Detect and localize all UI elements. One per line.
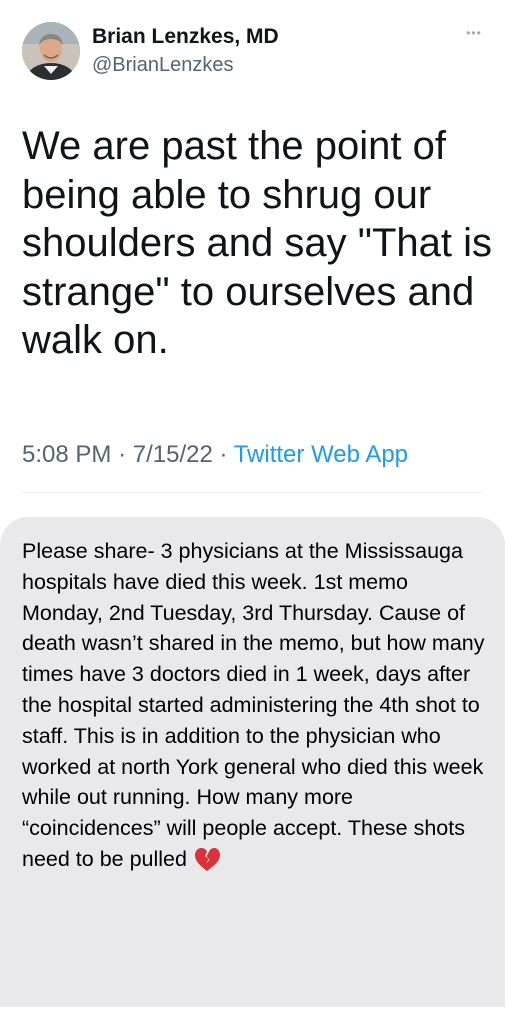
more-horizontal-icon[interactable]: ••• bbox=[462, 26, 486, 40]
tweet-time[interactable]: 5:08 PM bbox=[22, 441, 111, 468]
author-handle[interactable]: @BrianLenzkes bbox=[92, 52, 279, 78]
avatar[interactable] bbox=[22, 22, 80, 80]
broken-heart-icon bbox=[193, 846, 221, 872]
tweet-meta: 5:08 PM · 7/15/22 · Twitter Web App bbox=[22, 440, 408, 470]
tweet-source-link[interactable]: Twitter Web App bbox=[234, 441, 408, 468]
author-block: Brian Lenzkes, MD @BrianLenzkes bbox=[92, 24, 279, 78]
message-bubble-text: Please share- 3 physicians at the Missis… bbox=[22, 536, 492, 875]
message-text: Please share- 3 physicians at the Missis… bbox=[22, 539, 485, 871]
tweet-date[interactable]: 7/15/22 bbox=[133, 441, 213, 468]
author-display-name[interactable]: Brian Lenzkes, MD bbox=[92, 24, 279, 50]
meta-separator: · bbox=[118, 441, 127, 468]
divider bbox=[22, 492, 482, 493]
tweet-text: We are past the point of being able to s… bbox=[22, 124, 492, 362]
meta-separator: · bbox=[219, 441, 228, 468]
tweet-header: Brian Lenzkes, MD @BrianLenzkes ••• bbox=[22, 22, 492, 84]
avatar-image bbox=[22, 22, 80, 80]
